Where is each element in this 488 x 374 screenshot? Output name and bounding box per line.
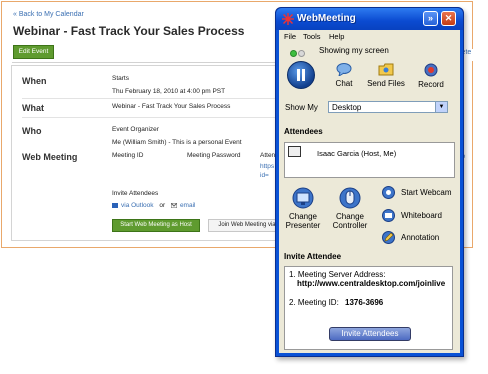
annotation-label: Annotation [401,233,440,242]
invite-links: via Outlook or email [112,202,195,209]
status-green-icon [290,50,297,57]
invite-attendees-label: Invite Attendees [112,190,159,197]
meeting-password-label: Meeting Password [187,152,241,159]
show-my-select[interactable]: Desktop ▼ [328,101,448,113]
organizer-value: Me (William Smith) - This is a personal … [112,139,242,146]
chevron-down-icon[interactable]: ▼ [435,102,447,112]
server-address-value[interactable]: http://www.centraldesktop.com/joinlive [297,279,445,288]
whiteboard-icon [382,209,395,222]
collapse-button[interactable]: » [423,11,438,26]
divider [12,62,284,63]
presenter-icon [292,187,314,209]
change-controller-button[interactable]: Change Controller [328,187,372,230]
email-icon [170,202,178,209]
title-bar[interactable]: WebMeeting » ✕ [276,8,463,30]
record-label: Record [418,80,444,89]
whiteboard-label: Whiteboard [401,211,442,220]
who-label: Who [22,126,42,136]
meeting-id-value[interactable]: 1376-3696 [345,298,383,307]
meeting-id-fragment[interactable]: id= [260,172,269,179]
event-details: When Starts Thu February 18, 2010 at 4:0… [11,65,287,241]
edit-event-button[interactable]: Edit Event [13,45,54,59]
chat-label: Chat [335,79,353,88]
invite-panel: 1. Meeting Server Address: http://www.ce… [284,266,453,350]
folder-icon [378,63,394,76]
page-title: Webinar - Fast Track Your Sales Process [13,24,245,38]
change-presenter-button[interactable]: Change Presenter [282,187,324,230]
menu-bar: File Tools Help [279,30,460,43]
starts-label: Starts [112,75,129,82]
back-to-calendar-link[interactable]: « Back to My Calendar [13,11,84,18]
status-grey-icon [298,50,305,57]
webmeeting-logo-icon [282,13,294,25]
starts-value: Thu February 18, 2010 at 4:00 pm PST [112,88,226,95]
attendee-name[interactable]: Isaac Garcia (Host, Me) [317,149,396,158]
change-presenter-label: Change Presenter [285,212,321,230]
server-address-label: 1. Meeting Server Address: [289,270,386,279]
change-controller-label: Change Controller [332,212,368,230]
meeting-url-fragment[interactable]: https [260,163,274,170]
close-button[interactable]: ✕ [441,11,456,26]
chat-button[interactable]: Chat [329,63,359,88]
what-label: What [22,103,44,113]
menu-help[interactable]: Help [329,32,344,41]
row-separator [22,98,287,99]
monitor-icon [288,146,301,157]
window-title: WebMeeting [297,13,356,24]
record-button[interactable]: Record [414,63,448,89]
pencil-icon [382,231,395,244]
send-files-label: Send Files [367,79,405,88]
or-text: or [159,202,166,209]
webmeeting-window: WebMeeting » ✕ File Tools Help Showing m… [275,7,464,357]
via-outlook-link[interactable]: via Outlook [121,202,154,209]
outlook-icon [112,203,118,208]
window-body: File Tools Help Showing my screen Chat S… [279,30,460,353]
row-separator [22,117,287,118]
pause-sharing-button[interactable] [287,61,315,89]
start-webcam-label: Start Webcam [401,188,452,197]
attendees-heading: Attendees [284,127,323,136]
email-link[interactable]: email [180,202,196,209]
show-my-value: Desktop [332,103,362,112]
mouse-icon [339,187,361,209]
menu-tools[interactable]: Tools [303,32,321,41]
meeting-id-label: Meeting ID [112,152,144,159]
what-value: Webinar - Fast Track Your Sales Process [112,103,231,110]
when-label: When [22,76,47,86]
start-web-meeting-button[interactable]: Start Web Meeting as Host [112,219,200,232]
invite-attendees-button[interactable]: Invite Attendees [329,327,411,341]
send-files-button[interactable]: Send Files [366,63,406,88]
chat-icon [336,63,352,76]
record-icon [424,63,438,77]
webcam-icon [382,186,395,199]
organizer-label: Event Organizer [112,126,159,133]
web-meeting-label: Web Meeting [22,152,78,162]
invite-attendee-heading: Invite Attendee [284,252,342,261]
attendee-list[interactable]: Isaac Garcia (Host, Me) [284,142,455,178]
show-my-label: Show My [285,103,318,112]
sharing-status: Showing my screen [319,46,389,55]
meeting-id-label: 2. Meeting ID: [289,298,339,307]
menu-file[interactable]: File [284,32,296,41]
